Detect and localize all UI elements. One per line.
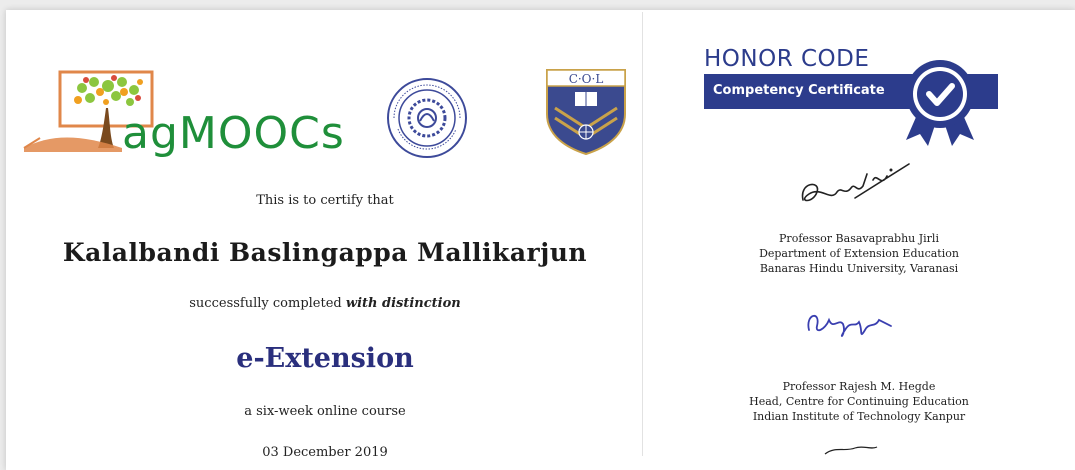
course-name: e-Extension bbox=[236, 343, 414, 374]
completion-line: successfully completed with distinction bbox=[0, 296, 650, 311]
col-shield-icon: C·O·L bbox=[546, 69, 626, 156]
course-duration: a six-week online course bbox=[244, 404, 406, 419]
signatory-1-name: Professor Basavaprabhu Jirli bbox=[779, 232, 939, 245]
distinction-text: with distinction bbox=[345, 296, 461, 311]
signatory-1-department: Department of Extension Education bbox=[759, 247, 959, 260]
certificate-date: 03 December 2019 bbox=[262, 445, 388, 460]
signatory-1-institution: Banaras Hindu University, Varanasi bbox=[759, 262, 959, 275]
certify-intro: This is to certify that bbox=[256, 193, 394, 208]
honor-code-banner-label: Competency Certificate bbox=[713, 83, 885, 98]
signatory-2-block: Professor Rajesh M. Hegde Head, Centre f… bbox=[643, 379, 1075, 424]
agmoocs-logo: agMOOCs bbox=[20, 68, 360, 159]
agmoocs-wordmark: agMOOCs bbox=[122, 108, 345, 159]
iitk-seal-icon bbox=[387, 78, 467, 158]
signatory-2-institution: Indian Institute of Technology Kanpur bbox=[752, 410, 966, 423]
recipient-name: Kalalbandi Baslingappa Mallikarjun bbox=[62, 238, 588, 267]
iitk-seal-logo bbox=[386, 77, 468, 159]
signature-3-partial-image bbox=[824, 446, 878, 455]
honor-code-badge: HONOR CODE Competency Certificate bbox=[704, 46, 1004, 146]
certificate-left-panel: agMOOCs C·O·L This is to certify that Ka bbox=[0, 0, 642, 460]
signatory-2-title: Head, Centre for Continuing Education bbox=[749, 395, 969, 408]
honor-code-title: HONOR CODE bbox=[704, 46, 870, 72]
signatory-2-name: Professor Rajesh M. Hegde bbox=[782, 380, 936, 393]
certificate-right-panel: HONOR CODE Competency Certificate Profes… bbox=[643, 0, 1075, 456]
signatory-1-block: Professor Basavaprabhu Jirli Department … bbox=[643, 231, 1075, 276]
col-shield-logo: C·O·L bbox=[545, 68, 627, 156]
signature-2-image bbox=[807, 315, 892, 337]
completed-text: successfully completed bbox=[189, 296, 342, 311]
signature-1-image bbox=[801, 163, 910, 202]
rosette-check-icon bbox=[906, 60, 974, 146]
col-shield-text: C·O·L bbox=[569, 72, 604, 86]
